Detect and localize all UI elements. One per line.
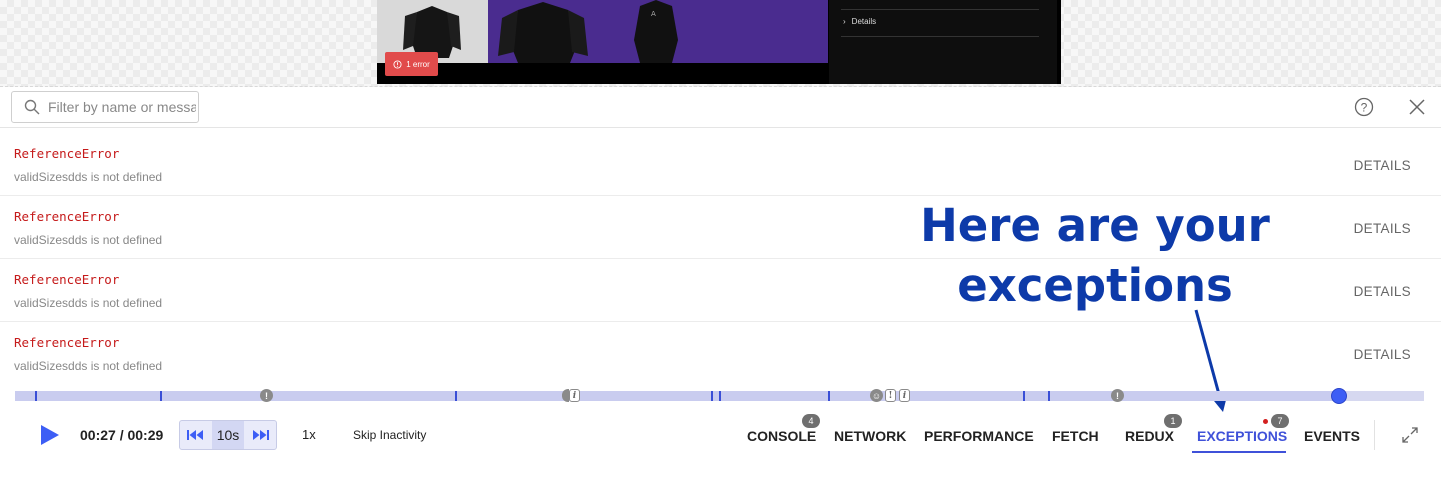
details-button[interactable]: DETAILS [1354,284,1411,299]
skip-interval[interactable]: 10s [212,421,244,449]
exception-name: ReferenceError [14,146,120,161]
timeline-progress [15,391,1339,401]
exception-row[interactable]: ReferenceError validSizesdds is not defi… [0,133,1441,196]
replay-preview: A › Details 1 error [0,0,1441,87]
event-tick[interactable] [35,391,37,401]
search-icon [24,99,40,115]
search-box [11,91,199,123]
tab-network[interactable]: NETWORK [834,428,906,444]
exception-marker-icon[interactable]: ! [1111,389,1124,402]
tab-badge-console: 4 [802,414,820,428]
timeline[interactable]: ! i ☺ ! i ! [15,388,1424,404]
marker-half-icon[interactable] [562,389,569,402]
help-icon[interactable]: ? [1354,97,1374,117]
rewind-icon [187,430,203,440]
event-tick[interactable] [160,391,162,401]
play-icon[interactable] [38,424,60,446]
annotation-callout: Here are your exceptions [920,196,1270,316]
rage-click-marker-icon[interactable]: ☺ [870,389,883,402]
exception-message: validSizesdds is not defined [14,233,163,247]
event-tick[interactable] [455,391,457,401]
tab-badge-exceptions: 7 [1271,414,1289,428]
chevron-right-icon: › [843,17,846,26]
event-tick[interactable] [1023,391,1025,401]
annotation-arrow-icon [1194,309,1228,412]
svg-text:?: ? [1361,101,1368,115]
tab-events[interactable]: EVENTS [1304,428,1360,444]
product-details-panel: › Details [829,0,1057,84]
tab-performance[interactable]: PERFORMANCE [924,428,1034,444]
tab-redux[interactable]: REDUX [1125,428,1174,444]
event-tick[interactable] [1048,391,1050,401]
details-button[interactable]: DETAILS [1354,347,1411,362]
skip-controls: 10s [179,420,277,450]
event-tick[interactable] [828,391,830,401]
fast-forward-icon [253,430,269,440]
skip-inactivity-toggle[interactable]: Skip Inactivity [353,428,426,442]
close-icon[interactable] [1408,98,1426,116]
exception-message: validSizesdds is not defined [14,296,163,310]
divider [1374,420,1375,450]
promo-banner: A [488,0,828,63]
playback-speed[interactable]: 1x [302,427,316,442]
expand-icon[interactable] [1401,426,1419,444]
exception-message: validSizesdds is not defined [14,359,163,373]
new-exception-indicator [1263,419,1268,424]
exception-name: ReferenceError [14,335,120,350]
info-marker-icon[interactable]: i [569,389,580,402]
exception-name: ReferenceError [14,209,120,224]
info-marker-icon[interactable]: i [899,389,910,402]
details-button[interactable]: DETAILS [1354,221,1411,236]
exception-marker-icon[interactable]: ! [260,389,273,402]
time-display: 00:27 / 00:29 [80,427,164,443]
filter-input[interactable] [46,98,198,116]
tab-exceptions[interactable]: EXCEPTIONS [1197,428,1287,444]
error-icon [393,59,402,69]
tab-console[interactable]: CONSOLE [747,428,816,444]
svg-text:A: A [651,10,656,18]
details-button[interactable]: DETAILS [1354,158,1411,173]
annotation-line-1: Here are your [920,199,1270,252]
error-chip[interactable]: 1 error [385,52,438,76]
skip-forward-button[interactable] [244,421,276,449]
exception-message: validSizesdds is not defined [14,170,163,184]
exception-marker-icon[interactable]: ! [885,389,896,402]
event-tick[interactable] [711,391,713,401]
skip-back-button[interactable] [180,421,212,449]
filter-bar: ? [0,87,1441,128]
event-tick[interactable] [719,391,721,401]
replay-frame: A › Details 1 error [377,0,1061,84]
exception-name: ReferenceError [14,272,120,287]
active-tab-indicator [1192,451,1286,453]
player-controls: 00:27 / 00:29 10s 1x Skip Inactivity 4 C… [0,406,1441,466]
tab-fetch[interactable]: FETCH [1052,428,1099,444]
tab-badge-redux: 1 [1164,414,1182,428]
timeline-scrubber[interactable] [1331,388,1347,404]
details-accordion[interactable]: › Details [843,17,876,26]
